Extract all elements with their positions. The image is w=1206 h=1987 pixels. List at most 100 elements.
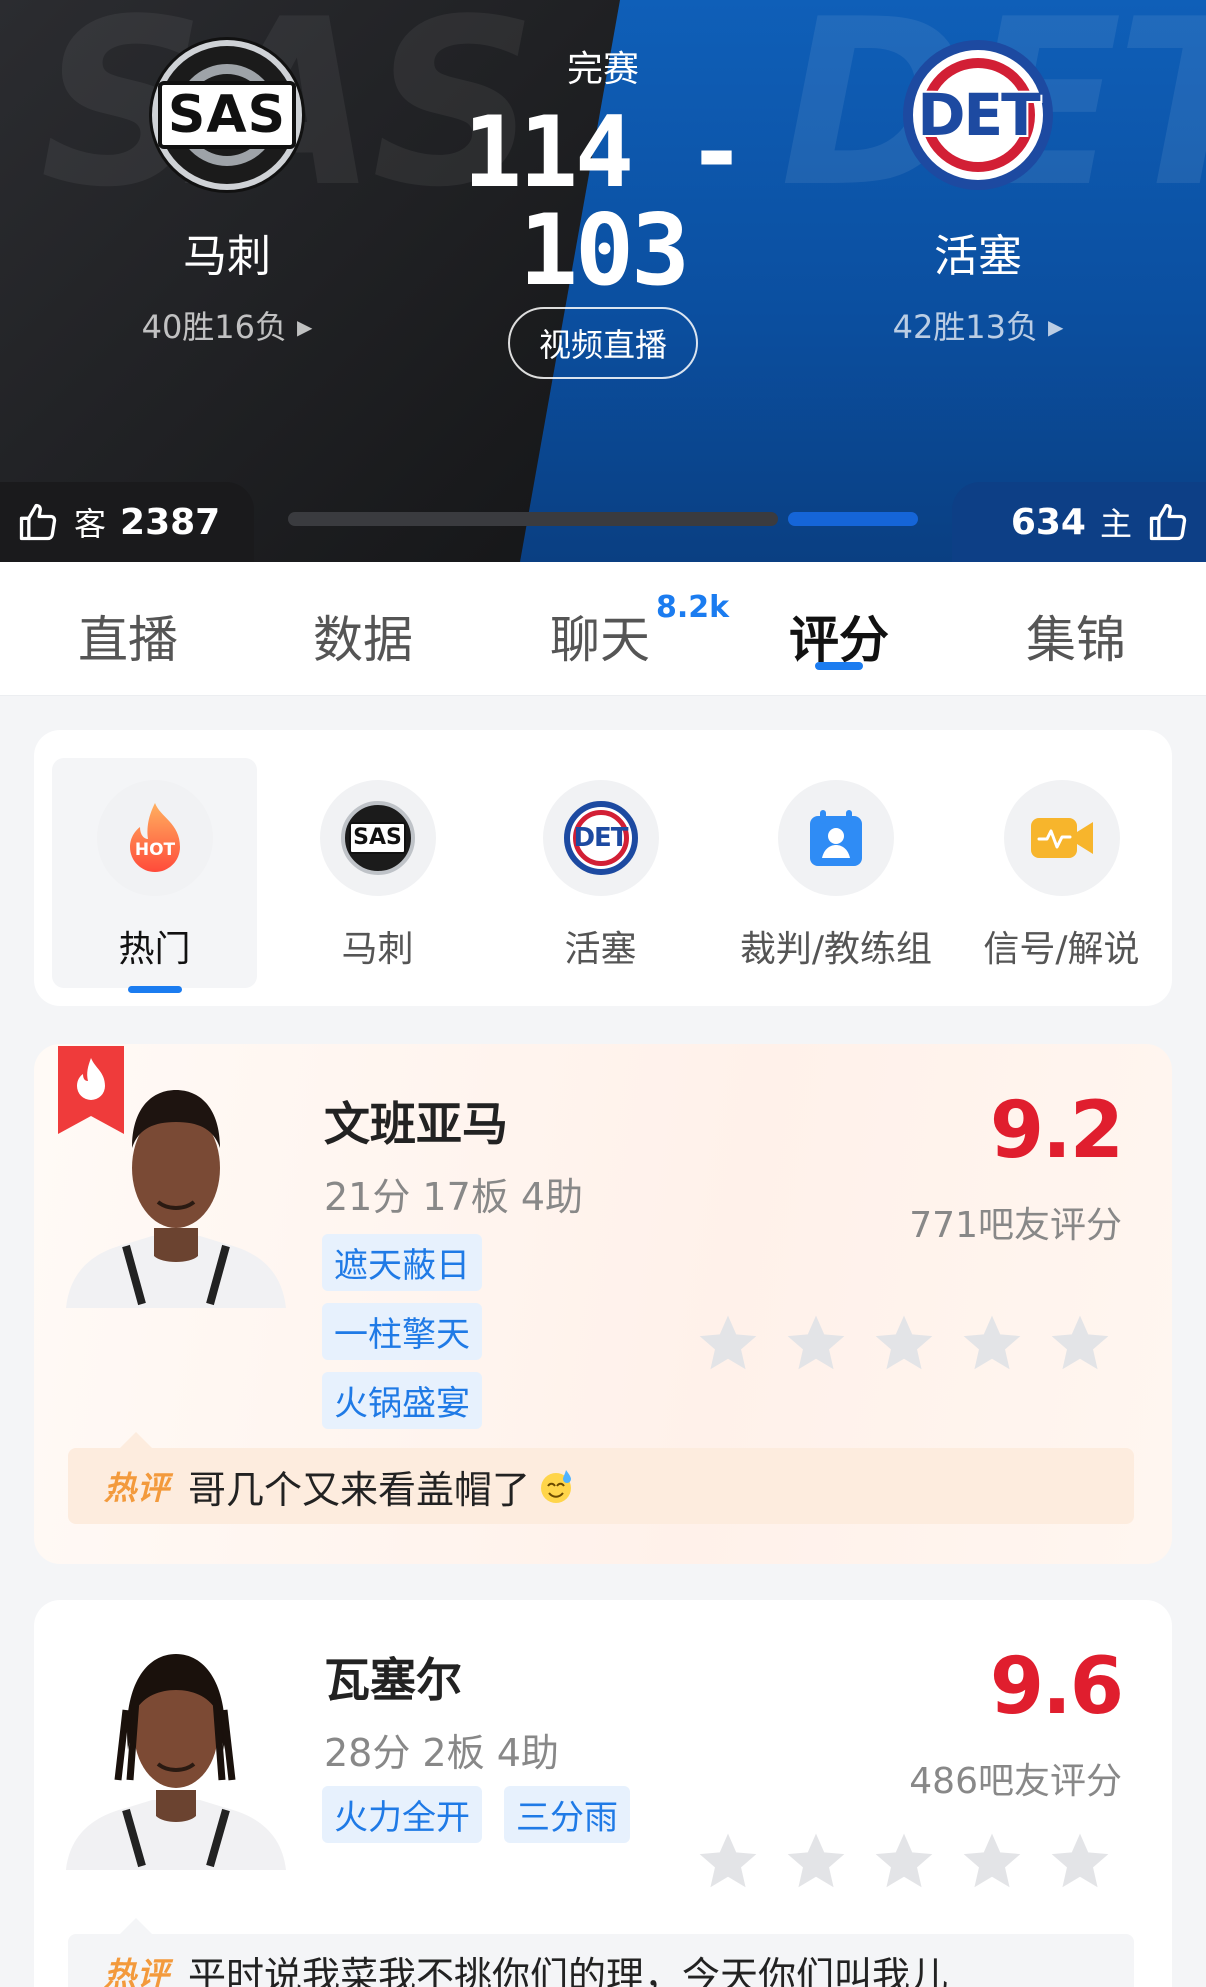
referee-icon	[778, 780, 894, 896]
star-icon[interactable]	[958, 1310, 1026, 1378]
pistons-logo-text: DET	[917, 81, 1040, 149]
star-rating-input[interactable]	[694, 1828, 1114, 1896]
main-tabs: 直播 数据 聊天 8.2k 评分 集锦	[0, 562, 1206, 696]
spurs-logo-icon: SAS	[319, 780, 436, 896]
scoreboard: 完赛 114 - 103	[403, 40, 803, 300]
tab-label: 数据	[313, 611, 413, 669]
support-ratio-bar	[288, 512, 918, 526]
thumbs-up-icon	[19, 503, 57, 541]
category-referee-coaches[interactable]: 裁判/教练组	[721, 758, 951, 988]
star-icon[interactable]	[694, 1828, 762, 1896]
player-stats: 21分 17板 4助	[324, 1175, 584, 1219]
game-score: 114 - 103	[462, 96, 746, 308]
category-label: 马刺	[341, 929, 414, 970]
player-tag[interactable]: 三分雨	[504, 1786, 630, 1843]
tab-label: 集锦	[1026, 611, 1126, 669]
home-like-count: 634	[1010, 501, 1086, 543]
game-status: 完赛	[566, 49, 639, 90]
active-tab-indicator	[815, 662, 863, 670]
caret-right-icon: ▶	[297, 315, 313, 339]
home-like-label: 主	[1099, 505, 1132, 543]
pistons-mini-logo-text: DET	[573, 823, 628, 853]
star-icon[interactable]	[782, 1828, 850, 1896]
support-bar: 客 2387 634 主	[0, 482, 1206, 562]
chat-count-badge: 8.2k	[656, 590, 730, 625]
tab-label: 直播	[78, 611, 178, 669]
away-team[interactable]: SAS 马刺 40胜16负 ▶	[97, 40, 357, 348]
tab-label: 评分	[789, 611, 889, 669]
video-live-button[interactable]: 视频直播	[508, 307, 698, 379]
away-team-record[interactable]: 40胜16负 ▶	[97, 302, 357, 348]
hot-comment[interactable]: 热评 平时说我菜我不挑你们的理，今天你们叫我儿	[68, 1918, 1134, 1987]
match-header: SAS DET SAS 马刺 40胜16负 ▶ 完赛 114 - 103 视频直播…	[0, 0, 1206, 562]
player-name: 瓦塞尔	[324, 1653, 462, 1707]
rating-count: 771吧友评分	[909, 1205, 1122, 1246]
player-rating: 9.2	[989, 1086, 1124, 1176]
star-icon[interactable]	[870, 1310, 938, 1378]
active-category-indicator	[127, 986, 182, 993]
support-bar-away	[288, 512, 778, 526]
player-tag[interactable]: 火力全开	[322, 1786, 482, 1843]
player-rating-card[interactable]: 瓦塞尔 28分 2板 4助 火力全开 三分雨 9.6 486吧友评分 热评 平时说…	[34, 1600, 1172, 1987]
pistons-logo-icon: DET	[542, 780, 659, 896]
away-like-count: 2387	[120, 501, 221, 543]
star-rating-input[interactable]	[694, 1310, 1114, 1378]
player-tag[interactable]: 一柱擎天	[322, 1303, 482, 1360]
hot-comment[interactable]: 热评 哥几个又来看盖帽了	[68, 1432, 1134, 1524]
star-icon[interactable]	[1046, 1828, 1114, 1896]
tab-data[interactable]: 数据	[313, 600, 413, 672]
star-icon[interactable]	[958, 1828, 1026, 1896]
star-icon[interactable]	[1046, 1310, 1114, 1378]
away-like-button[interactable]: 客 2387	[0, 482, 254, 562]
category-spurs[interactable]: SAS 马刺	[275, 758, 480, 988]
home-like-button[interactable]: 634 主	[952, 482, 1206, 562]
tab-label: 聊天	[550, 611, 650, 669]
category-label: 信号/解说	[983, 929, 1140, 970]
home-team-record[interactable]: 42胜13负 ▶	[848, 302, 1108, 348]
category-label: 热门	[118, 929, 191, 970]
player-stats: 28分 2板 4助	[324, 1731, 559, 1775]
player-tag[interactable]: 火锅盛宴	[322, 1372, 482, 1429]
away-like-label: 客	[74, 505, 107, 543]
category-pistons[interactable]: DET 活塞	[498, 758, 703, 988]
hot-comment-text: 哥几个又来看盖帽了	[188, 1467, 531, 1512]
star-icon[interactable]	[870, 1828, 938, 1896]
thumbs-up-icon	[1149, 503, 1187, 541]
category-broadcast[interactable]: 信号/解说	[959, 758, 1164, 988]
match-page: SAS DET SAS 马刺 40胜16负 ▶ 完赛 114 - 103 视频直播…	[0, 0, 1206, 1987]
spurs-logo-text: SAS	[157, 81, 297, 149]
tab-chat[interactable]: 聊天 8.2k	[550, 590, 729, 672]
hot-icon-text: HOT	[134, 840, 175, 860]
hot-comment-label: 热评	[104, 1469, 171, 1507]
player-rating: 9.6	[989, 1642, 1124, 1732]
tab-highlights[interactable]: 集锦	[1026, 600, 1126, 672]
category-label: 活塞	[564, 929, 637, 970]
category-hot[interactable]: HOT 热门	[52, 758, 257, 993]
hot-comment-text: 平时说我菜我不挑你们的理，今天你们叫我儿	[188, 1953, 949, 1987]
camera-icon	[1003, 780, 1120, 896]
support-bar-home	[788, 512, 918, 526]
player-tags: 火力全开 三分雨	[322, 1786, 722, 1855]
player-tags: 遮天蔽日 一柱擎天 火锅盛宴	[322, 1234, 652, 1441]
hot-icon: HOT	[96, 780, 213, 896]
category-label: 裁判/教练组	[739, 929, 933, 970]
emoji-sweat-smile-icon	[541, 1470, 572, 1503]
away-team-name: 马刺	[183, 231, 271, 282]
spurs-mini-logo-text: SAS	[349, 822, 406, 854]
rating-count: 486吧友评分	[909, 1761, 1122, 1802]
caret-right-icon: ▶	[1048, 315, 1064, 339]
player-name: 文班亚马	[324, 1097, 508, 1151]
tab-live[interactable]: 直播	[78, 600, 178, 672]
hot-comment-label: 热评	[104, 1955, 171, 1987]
away-team-record-text: 40胜16负	[141, 308, 288, 346]
home-team-record-text: 42胜13负	[892, 308, 1039, 346]
star-icon[interactable]	[694, 1310, 762, 1378]
star-icon[interactable]	[782, 1310, 850, 1378]
home-team[interactable]: DET 活塞 42胜13负 ▶	[848, 40, 1108, 348]
spurs-logo-icon: SAS	[152, 40, 302, 190]
player-tag[interactable]: 遮天蔽日	[322, 1234, 482, 1291]
player-rating-card[interactable]: 文班亚马 21分 17板 4助 遮天蔽日 一柱擎天 火锅盛宴 9.2 771吧友…	[34, 1044, 1172, 1564]
home-team-name: 活塞	[934, 231, 1022, 282]
rating-category-filter: HOT 热门 SAS 马刺 DET 活塞 裁判/教练组 信号/解说	[34, 730, 1172, 1006]
player-avatar	[66, 1654, 286, 1870]
